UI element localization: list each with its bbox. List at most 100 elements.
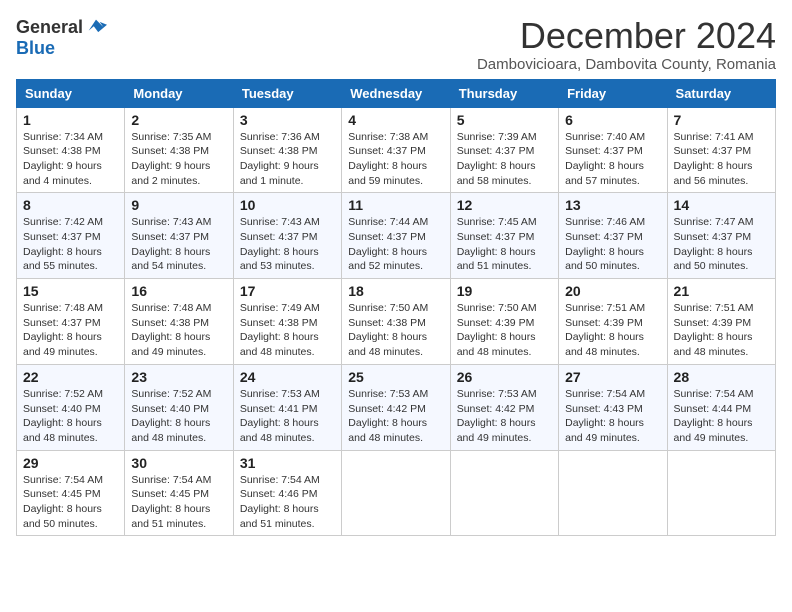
day-info: Sunrise: 7:41 AM Sunset: 4:37 PM Dayligh… [674,130,769,189]
day-info: Sunrise: 7:54 AM Sunset: 4:45 PM Dayligh… [23,473,118,532]
calendar-cell: 14Sunrise: 7:47 AM Sunset: 4:37 PM Dayli… [667,193,775,279]
day-info: Sunrise: 7:42 AM Sunset: 4:37 PM Dayligh… [23,215,118,274]
day-info: Sunrise: 7:50 AM Sunset: 4:38 PM Dayligh… [348,301,443,360]
day-info: Sunrise: 7:52 AM Sunset: 4:40 PM Dayligh… [23,387,118,446]
day-info: Sunrise: 7:34 AM Sunset: 4:38 PM Dayligh… [23,130,118,189]
calendar-cell [342,450,450,536]
day-number: 9 [131,197,226,213]
calendar-header-sunday: Sunday [17,79,125,107]
day-number: 19 [457,283,552,299]
day-number: 22 [23,369,118,385]
day-info: Sunrise: 7:50 AM Sunset: 4:39 PM Dayligh… [457,301,552,360]
calendar-cell: 21 Sunrise: 7:51 AM Sunset: 4:39 PM Dayli… [667,279,775,365]
day-info: Sunrise: 7:53 AM Sunset: 4:41 PM Dayligh… [240,387,335,446]
calendar-cell: 16Sunrise: 7:48 AM Sunset: 4:38 PM Dayli… [125,279,233,365]
calendar-cell: 3Sunrise: 7:36 AM Sunset: 4:38 PM Daylig… [233,107,341,193]
calendar-header-thursday: Thursday [450,79,558,107]
calendar-header-tuesday: Tuesday [233,79,341,107]
calendar-cell: 19 Sunrise: 7:50 AM Sunset: 4:39 PM Dayli… [450,279,558,365]
day-info: Sunrise: 7:38 AM Sunset: 4:37 PM Dayligh… [348,130,443,189]
day-info: Sunrise: 7:54 AM Sunset: 4:45 PM Dayligh… [131,473,226,532]
calendar-week-row: 8 Sunrise: 7:42 AM Sunset: 4:37 PM Daylig… [17,193,776,279]
day-info: Sunrise: 7:48 AM Sunset: 4:37 PM Dayligh… [23,301,118,360]
calendar-header-saturday: Saturday [667,79,775,107]
calendar-cell: 29 Sunrise: 7:54 AM Sunset: 4:45 PM Dayli… [17,450,125,536]
calendar-cell: 18 Sunrise: 7:50 AM Sunset: 4:38 PM Dayli… [342,279,450,365]
day-number: 11 [348,197,443,213]
logo: General Blue [16,16,107,59]
day-info: Sunrise: 7:39 AM Sunset: 4:37 PM Dayligh… [457,130,552,189]
day-number: 17 [240,283,335,299]
day-info: Sunrise: 7:35 AM Sunset: 4:38 PM Dayligh… [131,130,226,189]
day-number: 1 [23,112,118,128]
day-number: 27 [565,369,660,385]
day-number: 7 [674,112,769,128]
calendar-cell: 12 Sunrise: 7:45 AM Sunset: 4:37 PM Dayli… [450,193,558,279]
month-title: December 2024 [477,16,776,56]
calendar-header-row: SundayMondayTuesdayWednesdayThursdayFrid… [17,79,776,107]
calendar-cell [450,450,558,536]
day-number: 21 [674,283,769,299]
day-number: 8 [23,197,118,213]
day-number: 12 [457,197,552,213]
day-number: 26 [457,369,552,385]
day-info: Sunrise: 7:54 AM Sunset: 4:44 PM Dayligh… [674,387,769,446]
day-number: 15 [23,283,118,299]
calendar-cell [667,450,775,536]
calendar-cell [559,450,667,536]
day-info: Sunrise: 7:48 AM Sunset: 4:38 PM Dayligh… [131,301,226,360]
calendar-cell: 27 Sunrise: 7:54 AM Sunset: 4:43 PM Dayli… [559,364,667,450]
day-info: Sunrise: 7:44 AM Sunset: 4:37 PM Dayligh… [348,215,443,274]
title-block: December 2024 Dambovicioara, Dambovita C… [477,16,776,73]
calendar-cell: 1 Sunrise: 7:34 AM Sunset: 4:38 PM Daylig… [17,107,125,193]
logo-general-text: General [16,17,83,38]
calendar-cell: 25 Sunrise: 7:53 AM Sunset: 4:42 PM Dayli… [342,364,450,450]
day-number: 18 [348,283,443,299]
day-number: 24 [240,369,335,385]
day-info: Sunrise: 7:49 AM Sunset: 4:38 PM Dayligh… [240,301,335,360]
calendar-table: SundayMondayTuesdayWednesdayThursdayFrid… [16,79,776,537]
calendar-cell: 31Sunrise: 7:54 AM Sunset: 4:46 PM Dayli… [233,450,341,536]
day-number: 29 [23,455,118,471]
calendar-week-row: 1 Sunrise: 7:34 AM Sunset: 4:38 PM Daylig… [17,107,776,193]
calendar-cell: 24 Sunrise: 7:53 AM Sunset: 4:41 PM Dayli… [233,364,341,450]
day-number: 10 [240,197,335,213]
calendar-cell: 13Sunrise: 7:46 AM Sunset: 4:37 PM Dayli… [559,193,667,279]
day-info: Sunrise: 7:52 AM Sunset: 4:40 PM Dayligh… [131,387,226,446]
day-number: 6 [565,112,660,128]
logo-bird-icon [85,16,107,38]
day-number: 31 [240,455,335,471]
calendar-week-row: 15 Sunrise: 7:48 AM Sunset: 4:37 PM Dayli… [17,279,776,365]
calendar-cell: 23Sunrise: 7:52 AM Sunset: 4:40 PM Dayli… [125,364,233,450]
day-info: Sunrise: 7:45 AM Sunset: 4:37 PM Dayligh… [457,215,552,274]
day-number: 5 [457,112,552,128]
day-info: Sunrise: 7:40 AM Sunset: 4:37 PM Dayligh… [565,130,660,189]
calendar-header-wednesday: Wednesday [342,79,450,107]
calendar-cell: 20Sunrise: 7:51 AM Sunset: 4:39 PM Dayli… [559,279,667,365]
calendar-cell: 30 Sunrise: 7:54 AM Sunset: 4:45 PM Dayli… [125,450,233,536]
day-info: Sunrise: 7:54 AM Sunset: 4:43 PM Dayligh… [565,387,660,446]
calendar-header-friday: Friday [559,79,667,107]
calendar-cell: 6 Sunrise: 7:40 AM Sunset: 4:37 PM Daylig… [559,107,667,193]
day-number: 25 [348,369,443,385]
day-info: Sunrise: 7:51 AM Sunset: 4:39 PM Dayligh… [565,301,660,360]
calendar-cell: 9 Sunrise: 7:43 AM Sunset: 4:37 PM Daylig… [125,193,233,279]
day-number: 13 [565,197,660,213]
calendar-cell: 17 Sunrise: 7:49 AM Sunset: 4:38 PM Dayli… [233,279,341,365]
day-info: Sunrise: 7:43 AM Sunset: 4:37 PM Dayligh… [131,215,226,274]
day-number: 4 [348,112,443,128]
calendar-header-monday: Monday [125,79,233,107]
calendar-cell: 11 Sunrise: 7:44 AM Sunset: 4:37 PM Dayli… [342,193,450,279]
calendar-cell: 4 Sunrise: 7:38 AM Sunset: 4:37 PM Daylig… [342,107,450,193]
day-info: Sunrise: 7:53 AM Sunset: 4:42 PM Dayligh… [457,387,552,446]
day-info: Sunrise: 7:51 AM Sunset: 4:39 PM Dayligh… [674,301,769,360]
calendar-week-row: 29 Sunrise: 7:54 AM Sunset: 4:45 PM Dayli… [17,450,776,536]
calendar-cell: 5 Sunrise: 7:39 AM Sunset: 4:37 PM Daylig… [450,107,558,193]
day-info: Sunrise: 7:53 AM Sunset: 4:42 PM Dayligh… [348,387,443,446]
calendar-week-row: 22 Sunrise: 7:52 AM Sunset: 4:40 PM Dayli… [17,364,776,450]
day-number: 30 [131,455,226,471]
calendar-cell: 28Sunrise: 7:54 AM Sunset: 4:44 PM Dayli… [667,364,775,450]
calendar-cell: 7 Sunrise: 7:41 AM Sunset: 4:37 PM Daylig… [667,107,775,193]
day-number: 2 [131,112,226,128]
day-number: 14 [674,197,769,213]
